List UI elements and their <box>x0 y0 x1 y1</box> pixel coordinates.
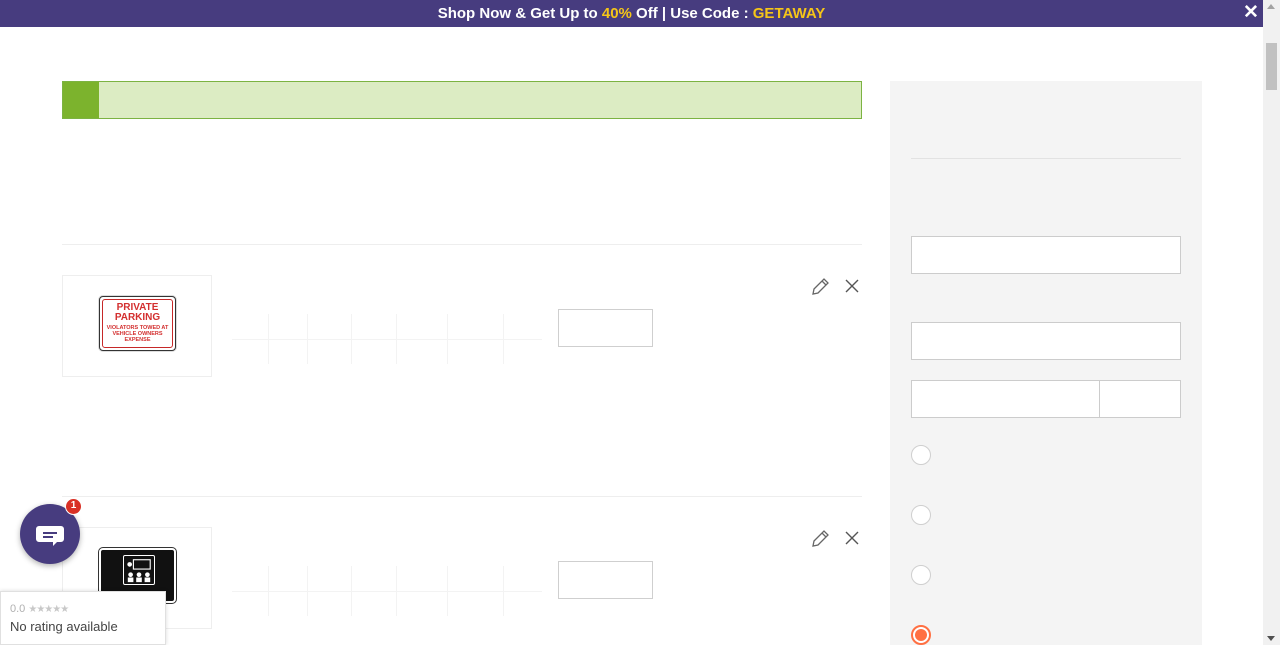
star-rating-icon: ★★★★★ <box>28 604 69 615</box>
close-icon[interactable] <box>843 529 861 547</box>
close-icon[interactable]: ✕ <box>1243 2 1259 24</box>
promo-code: GETAWAY <box>752 5 826 22</box>
shipping-progress-bar <box>62 81 862 119</box>
divider <box>62 496 862 497</box>
pencil-icon[interactable] <box>810 529 830 549</box>
rating-score: 0.0 <box>10 603 26 615</box>
scroll-down-icon[interactable] <box>1267 636 1275 641</box>
product-details-placeholder <box>232 314 542 364</box>
shipping-option-radio-selected[interactable] <box>911 625 931 645</box>
presentation-icon <box>123 555 155 585</box>
promo-text-middle: Off | Use Code : <box>631 5 753 22</box>
promo-discount: 40% <box>601 5 632 22</box>
promo-banner: Shop Now & Get Up to 40% Off | Use Code … <box>0 0 1263 27</box>
scroll-up-icon[interactable] <box>1267 4 1275 9</box>
chat-notification-badge: 1 <box>65 498 82 515</box>
private-parking-sign-image: PRIVATE PARKING VIOLATORS TOWED AT VEHIC… <box>99 296 176 351</box>
sign-title: PRIVATE PARKING <box>114 302 161 323</box>
order-summary-panel <box>890 81 1202 645</box>
quantity-input[interactable] <box>558 561 653 599</box>
scroll-thumb[interactable] <box>1266 43 1277 90</box>
quantity-input[interactable] <box>558 309 653 347</box>
divider <box>62 244 862 245</box>
text-field[interactable] <box>911 322 1181 360</box>
text-field[interactable] <box>911 380 1100 418</box>
pencil-icon[interactable] <box>810 277 830 297</box>
apply-field[interactable] <box>1099 380 1181 418</box>
rating-status-text: No rating available <box>10 619 118 634</box>
shipping-option-radio[interactable] <box>911 565 931 585</box>
text-field[interactable] <box>911 236 1181 274</box>
sign-subtitle: VIOLATORS TOWED AT VEHICLE OWNERS EXPENS… <box>106 325 169 343</box>
page-scrollbar[interactable] <box>1263 0 1280 645</box>
product-thumbnail[interactable]: PRIVATE PARKING VIOLATORS TOWED AT VEHIC… <box>62 275 212 377</box>
divider <box>911 158 1181 159</box>
rating-widget[interactable]: 0.0 ★★★★★ No rating available <box>0 591 166 645</box>
product-details-placeholder <box>232 566 542 616</box>
shipping-option-radio[interactable] <box>911 445 931 465</box>
close-icon[interactable] <box>843 277 861 295</box>
progress-fill <box>63 82 99 118</box>
shipping-option-radio[interactable] <box>911 505 931 525</box>
promo-text-prefix: Shop Now & Get Up to <box>437 5 602 22</box>
